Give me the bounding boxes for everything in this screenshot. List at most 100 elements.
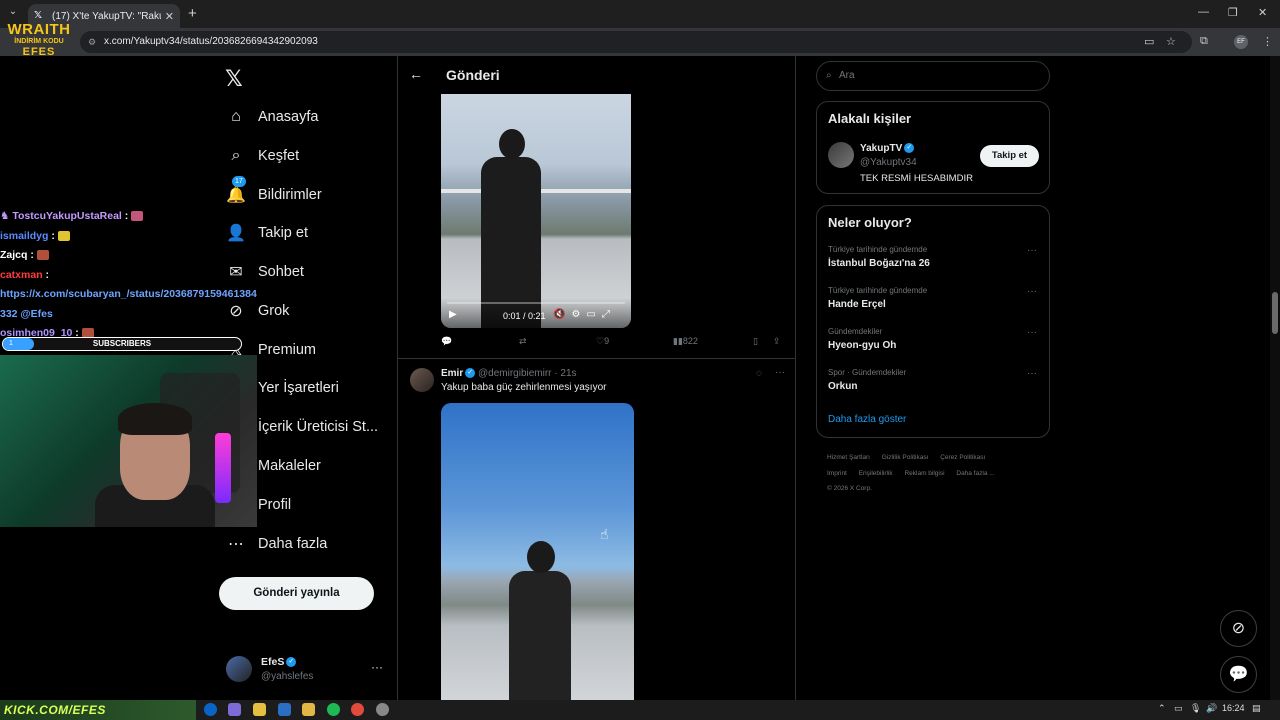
trend-item[interactable]: Türkiye tarihinde gündemde Hande Erçel ··· <box>828 286 1043 318</box>
retweet-icon[interactable]: ⇄ <box>519 336 527 347</box>
folder-icon[interactable] <box>302 703 315 716</box>
messages-fab-icon[interactable]: 💬 <box>1220 656 1257 693</box>
nav-item-label: Daha fazla <box>258 536 328 552</box>
url-text: x.com/Yakuptv34/status/20368266943429020… <box>104 36 318 47</box>
footer-link[interactable]: Gizlilik Politikası <box>882 454 929 461</box>
chrome-icon[interactable] <box>351 703 364 716</box>
scrollbar-thumb[interactable] <box>1272 292 1278 334</box>
grok-fab-icon[interactable]: ⊘ <box>1220 610 1257 647</box>
footer-link[interactable]: Çerez Politikası <box>940 454 985 461</box>
trend-context: Türkiye tarihinde gündemde <box>828 286 928 295</box>
nav-item-11[interactable]: ⋯ Daha fazla <box>226 532 327 556</box>
tab-search-chevron-icon[interactable]: ⌄ <box>4 6 22 22</box>
video-control-icons[interactable]: 🔇⚙▭⤢ <box>553 309 616 320</box>
trend-item[interactable]: Spor · Gündemdekiler Orkun ··· <box>828 368 1043 400</box>
account-handle: @yahslefes <box>261 671 314 682</box>
tray-chevron-icon[interactable]: ⌃ <box>1158 703 1166 714</box>
search-icon: ⌕ <box>826 70 832 81</box>
footer-link[interactable]: Reklam bilgisi <box>904 470 944 477</box>
webcam-person-hair <box>118 403 192 435</box>
follow-button[interactable]: Takip et <box>980 145 1039 167</box>
nav-item-label: Profil <box>258 497 292 513</box>
video-player[interactable]: ▶ 0:01 / 0:21 🔇⚙▭⤢ <box>441 94 631 328</box>
more-dots-icon[interactable]: ··· <box>371 660 383 674</box>
more-dots-icon[interactable]: ··· <box>1027 286 1037 297</box>
avatar[interactable] <box>410 368 434 392</box>
bell-icon: 🔔 17 <box>226 176 246 204</box>
nav-item-2[interactable]: 🔔 17 Bildirimler <box>226 176 322 207</box>
footer-link[interactable]: Erişilebilirlik <box>859 470 893 477</box>
minimize-icon[interactable]: — <box>1198 6 1209 18</box>
close-tab-icon[interactable]: ✕ <box>165 10 174 23</box>
close-window-icon[interactable]: ✕ <box>1258 6 1267 19</box>
views-count[interactable]: ▮▮ 822 <box>673 336 698 347</box>
clock[interactable]: 16:24 <box>1222 703 1245 713</box>
reply-author[interactable]: Emir ✓ @demirgibiemirr · 21s <box>441 368 577 379</box>
more-dots-icon[interactable]: ··· <box>1027 368 1037 379</box>
trend-context: Gündemdekiler <box>828 327 883 336</box>
chat-message: ismaildyg : <box>0 228 270 248</box>
show-more-link[interactable]: Daha fazla göster <box>828 414 906 425</box>
search-input[interactable]: ⌕ Ara <box>816 61 1050 91</box>
network-icon[interactable]: ▭ <box>1174 703 1183 714</box>
post-button[interactable]: Gönderi yayınla <box>219 577 374 610</box>
obs-icon[interactable] <box>376 703 389 716</box>
trend-name: Hande Erçel <box>828 299 886 310</box>
nav-item-0[interactable]: ⌂ Anasayfa <box>226 105 318 129</box>
more-dots-icon[interactable]: ··· <box>1027 245 1037 256</box>
reply-video[interactable] <box>441 403 634 700</box>
browser-menu-icon[interactable]: ⋮ <box>1262 35 1273 48</box>
new-tab-icon[interactable]: + <box>188 5 197 22</box>
bookmark-icon[interactable]: ▯ <box>753 336 758 347</box>
site-info-icon[interactable]: ⚙ <box>88 31 96 53</box>
chat-link-cont: 332 @Efes <box>0 307 53 320</box>
grok-icon[interactable]: ◌ <box>756 368 762 379</box>
nav-item-1[interactable]: ⌕ Keşfet <box>226 144 300 168</box>
browser-profile-avatar[interactable]: EF <box>1234 35 1248 49</box>
notifications-icon[interactable]: ▤ <box>1252 703 1261 714</box>
extensions-icon[interactable]: ⧉ <box>1200 35 1208 48</box>
share-icon[interactable]: ⇪ <box>773 336 781 347</box>
video-controls: ▶ 0:01 / 0:21 🔇⚙▭⤢ <box>441 298 631 328</box>
footer-link[interactable]: Imprint <box>827 470 847 477</box>
trend-item[interactable]: Türkiye tarihinde gündemde İstanbul Boğaz… <box>828 245 1043 277</box>
related-name[interactable]: YakupTV ✓ <box>860 143 915 154</box>
restore-icon[interactable]: ❐ <box>1228 6 1238 19</box>
nav-item-label: İçerik Üreticisi St... <box>258 419 379 435</box>
avatar[interactable] <box>828 142 854 168</box>
store-icon[interactable] <box>253 703 266 716</box>
mic-icon[interactable]: 🎙 <box>1190 703 1201 714</box>
nav-item-label: Anasayfa <box>258 109 319 125</box>
nav-item-label: Keşfet <box>258 148 300 164</box>
play-icon[interactable]: ▶ <box>449 309 457 320</box>
x-logo-icon[interactable]: 𝕏 <box>225 66 243 92</box>
app-icon[interactable] <box>228 703 241 716</box>
trend-name: Orkun <box>828 381 858 392</box>
edge-icon[interactable] <box>204 703 217 716</box>
video-progress-bar[interactable] <box>447 302 625 304</box>
outlook-icon[interactable] <box>278 703 291 716</box>
like-button[interactable]: ♡ 9 <box>596 336 609 347</box>
scrollbar[interactable] <box>1270 56 1280 700</box>
more-dots-icon[interactable]: ··· <box>1027 327 1037 338</box>
more-dots-icon[interactable]: ··· <box>775 367 785 378</box>
trend-name: Hyeon-gyu Oh <box>828 340 897 351</box>
volume-icon[interactable]: 🔊 <box>1206 703 1217 714</box>
chat-link[interactable]: https://x.com/scubaryan_/status/20368791… <box>0 286 270 306</box>
account-switcher[interactable]: EfeS ✓ @yahslefes ··· <box>226 656 386 686</box>
footer-link[interactable]: Hizmet Şartları <box>827 454 870 461</box>
back-arrow-icon[interactable]: ← <box>409 66 423 82</box>
tab-title: (17) X'te YakupTV: "Rakun bileti <box>52 10 161 22</box>
footer-link[interactable]: Daha fazla ... <box>956 470 994 477</box>
spotify-icon[interactable] <box>327 703 340 716</box>
cast-icon[interactable]: ▭ <box>1144 35 1154 48</box>
reply-icon[interactable]: 💬 <box>441 336 452 347</box>
notification-badge: 17 <box>232 176 246 187</box>
trends-card: Neler oluyor? Türkiye tarihinde gündemde… <box>816 205 1050 438</box>
trend-item[interactable]: Gündemdekiler Hyeon-gyu Oh ··· <box>828 327 1043 359</box>
bookmark-star-icon[interactable]: ☆ <box>1166 35 1176 48</box>
url-input[interactable]: ⚙ x.com/Yakuptv34/status/203682669434290… <box>80 31 1192 53</box>
stream-chat: ♞ TostcuYakupUstaReal : ismaildyg : Zajc… <box>0 208 270 345</box>
tweet-actions: 💬 ⇄ ♡ 9 ▮▮ 822 ▯ ⇪ <box>441 336 786 350</box>
sponsor-logo: WRAITH İNDİRİM KODU EFES <box>0 22 78 64</box>
